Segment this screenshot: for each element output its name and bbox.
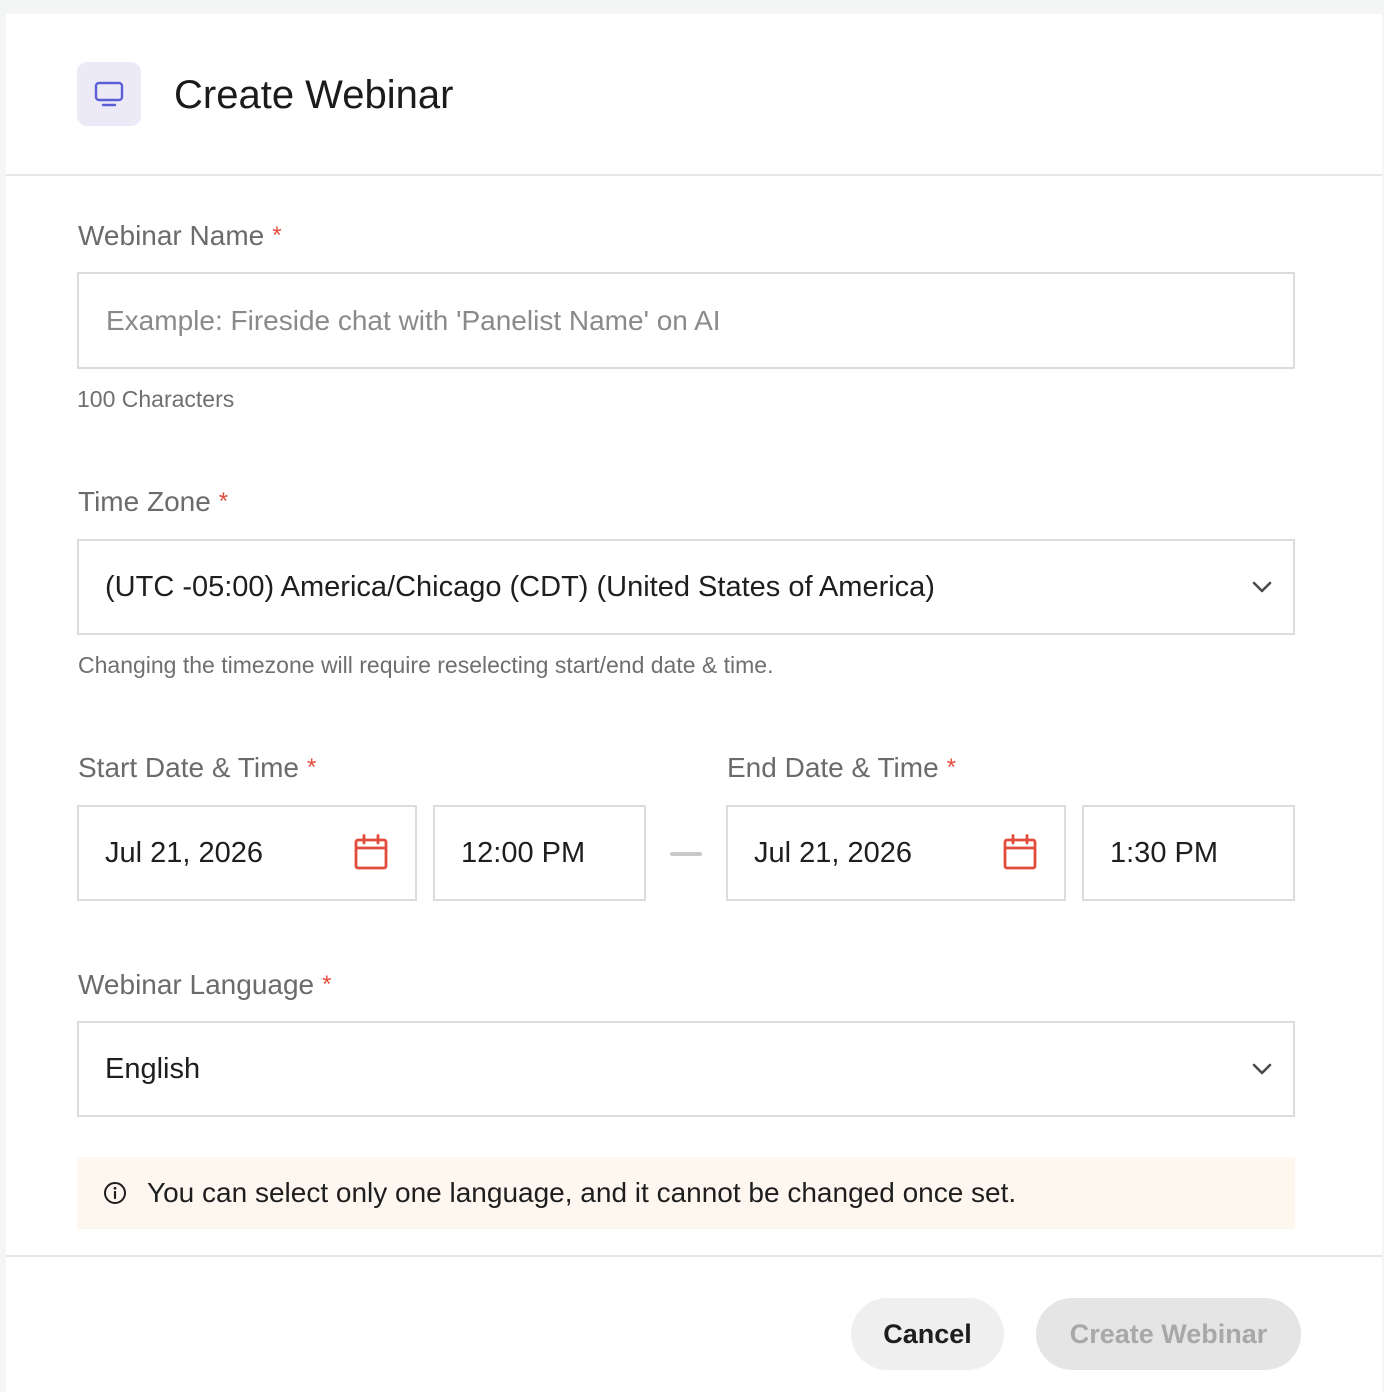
required-asterisk: *	[218, 488, 229, 515]
start-date-time-label-text: Start Date & Time	[78, 752, 299, 783]
create-webinar-dialog: Create Webinar Webinar Name * 100 Charact…	[6, 14, 1382, 1392]
webinar-name-input[interactable]	[79, 274, 1293, 367]
language-notice-text: You can select only one language, and it…	[147, 1177, 1017, 1208]
webinar-language-select[interactable]: English	[77, 1021, 1295, 1117]
time-zone-select[interactable]: (UTC -05:00) America/Chicago (CDT) (Unit…	[77, 539, 1295, 635]
end-date-picker[interactable]: Jul 21, 2026	[726, 805, 1066, 901]
webinar-name-char-limit: 100 Characters	[77, 386, 235, 412]
cancel-button[interactable]: Cancel	[851, 1298, 1004, 1370]
end-date-value: Jul 21, 2026	[754, 836, 913, 869]
webinar-name-field[interactable]	[77, 272, 1295, 369]
webinar-name-label-text: Webinar Name	[78, 220, 265, 251]
time-zone-helper: Changing the timezone will require resel…	[78, 652, 774, 678]
calendar-icon[interactable]	[354, 834, 388, 875]
end-date-time-label: End Date & Time *	[727, 751, 956, 785]
end-date-time-label-text: End Date & Time	[727, 752, 939, 783]
required-asterisk: *	[322, 971, 332, 998]
webinar-language-label: Webinar Language *	[78, 968, 331, 1002]
start-time-picker[interactable]: 12:00 PM	[433, 805, 646, 901]
webinar-name-label: Webinar Name *	[78, 219, 282, 253]
dialog-title: Create Webinar	[174, 73, 454, 117]
time-zone-label: Time Zone *	[78, 485, 228, 519]
chevron-down-icon	[1251, 577, 1273, 602]
time-zone-value: (UTC -05:00) America/Chicago (CDT) (Unit…	[105, 570, 935, 603]
start-date-time-label: Start Date & Time *	[78, 751, 316, 785]
required-asterisk: *	[272, 222, 282, 249]
webinar-language-label-text: Webinar Language	[78, 969, 315, 1000]
required-asterisk: *	[946, 754, 956, 781]
webinar-language-value: English	[105, 1052, 201, 1085]
time-zone-label-text: Time Zone	[78, 486, 211, 517]
calendar-icon[interactable]	[1003, 834, 1037, 875]
create-webinar-button[interactable]: Create Webinar	[1036, 1298, 1301, 1370]
date-range-separator	[670, 852, 702, 856]
chevron-down-icon	[1251, 1059, 1273, 1084]
start-date-value: Jul 21, 2026	[105, 836, 264, 869]
start-date-picker[interactable]: Jul 21, 2026	[77, 805, 417, 901]
start-time-value: 12:00 PM	[461, 836, 586, 869]
language-notice: You can select only one language, and it…	[77, 1157, 1295, 1229]
monitor-icon	[77, 62, 141, 126]
footer-divider	[6, 1255, 1382, 1257]
end-time-picker[interactable]: 1:30 PM	[1082, 805, 1295, 901]
dialog-header: Create Webinar	[6, 14, 1382, 176]
info-icon	[103, 1181, 127, 1205]
required-asterisk: *	[306, 754, 317, 781]
end-time-value: 1:30 PM	[1110, 836, 1218, 869]
